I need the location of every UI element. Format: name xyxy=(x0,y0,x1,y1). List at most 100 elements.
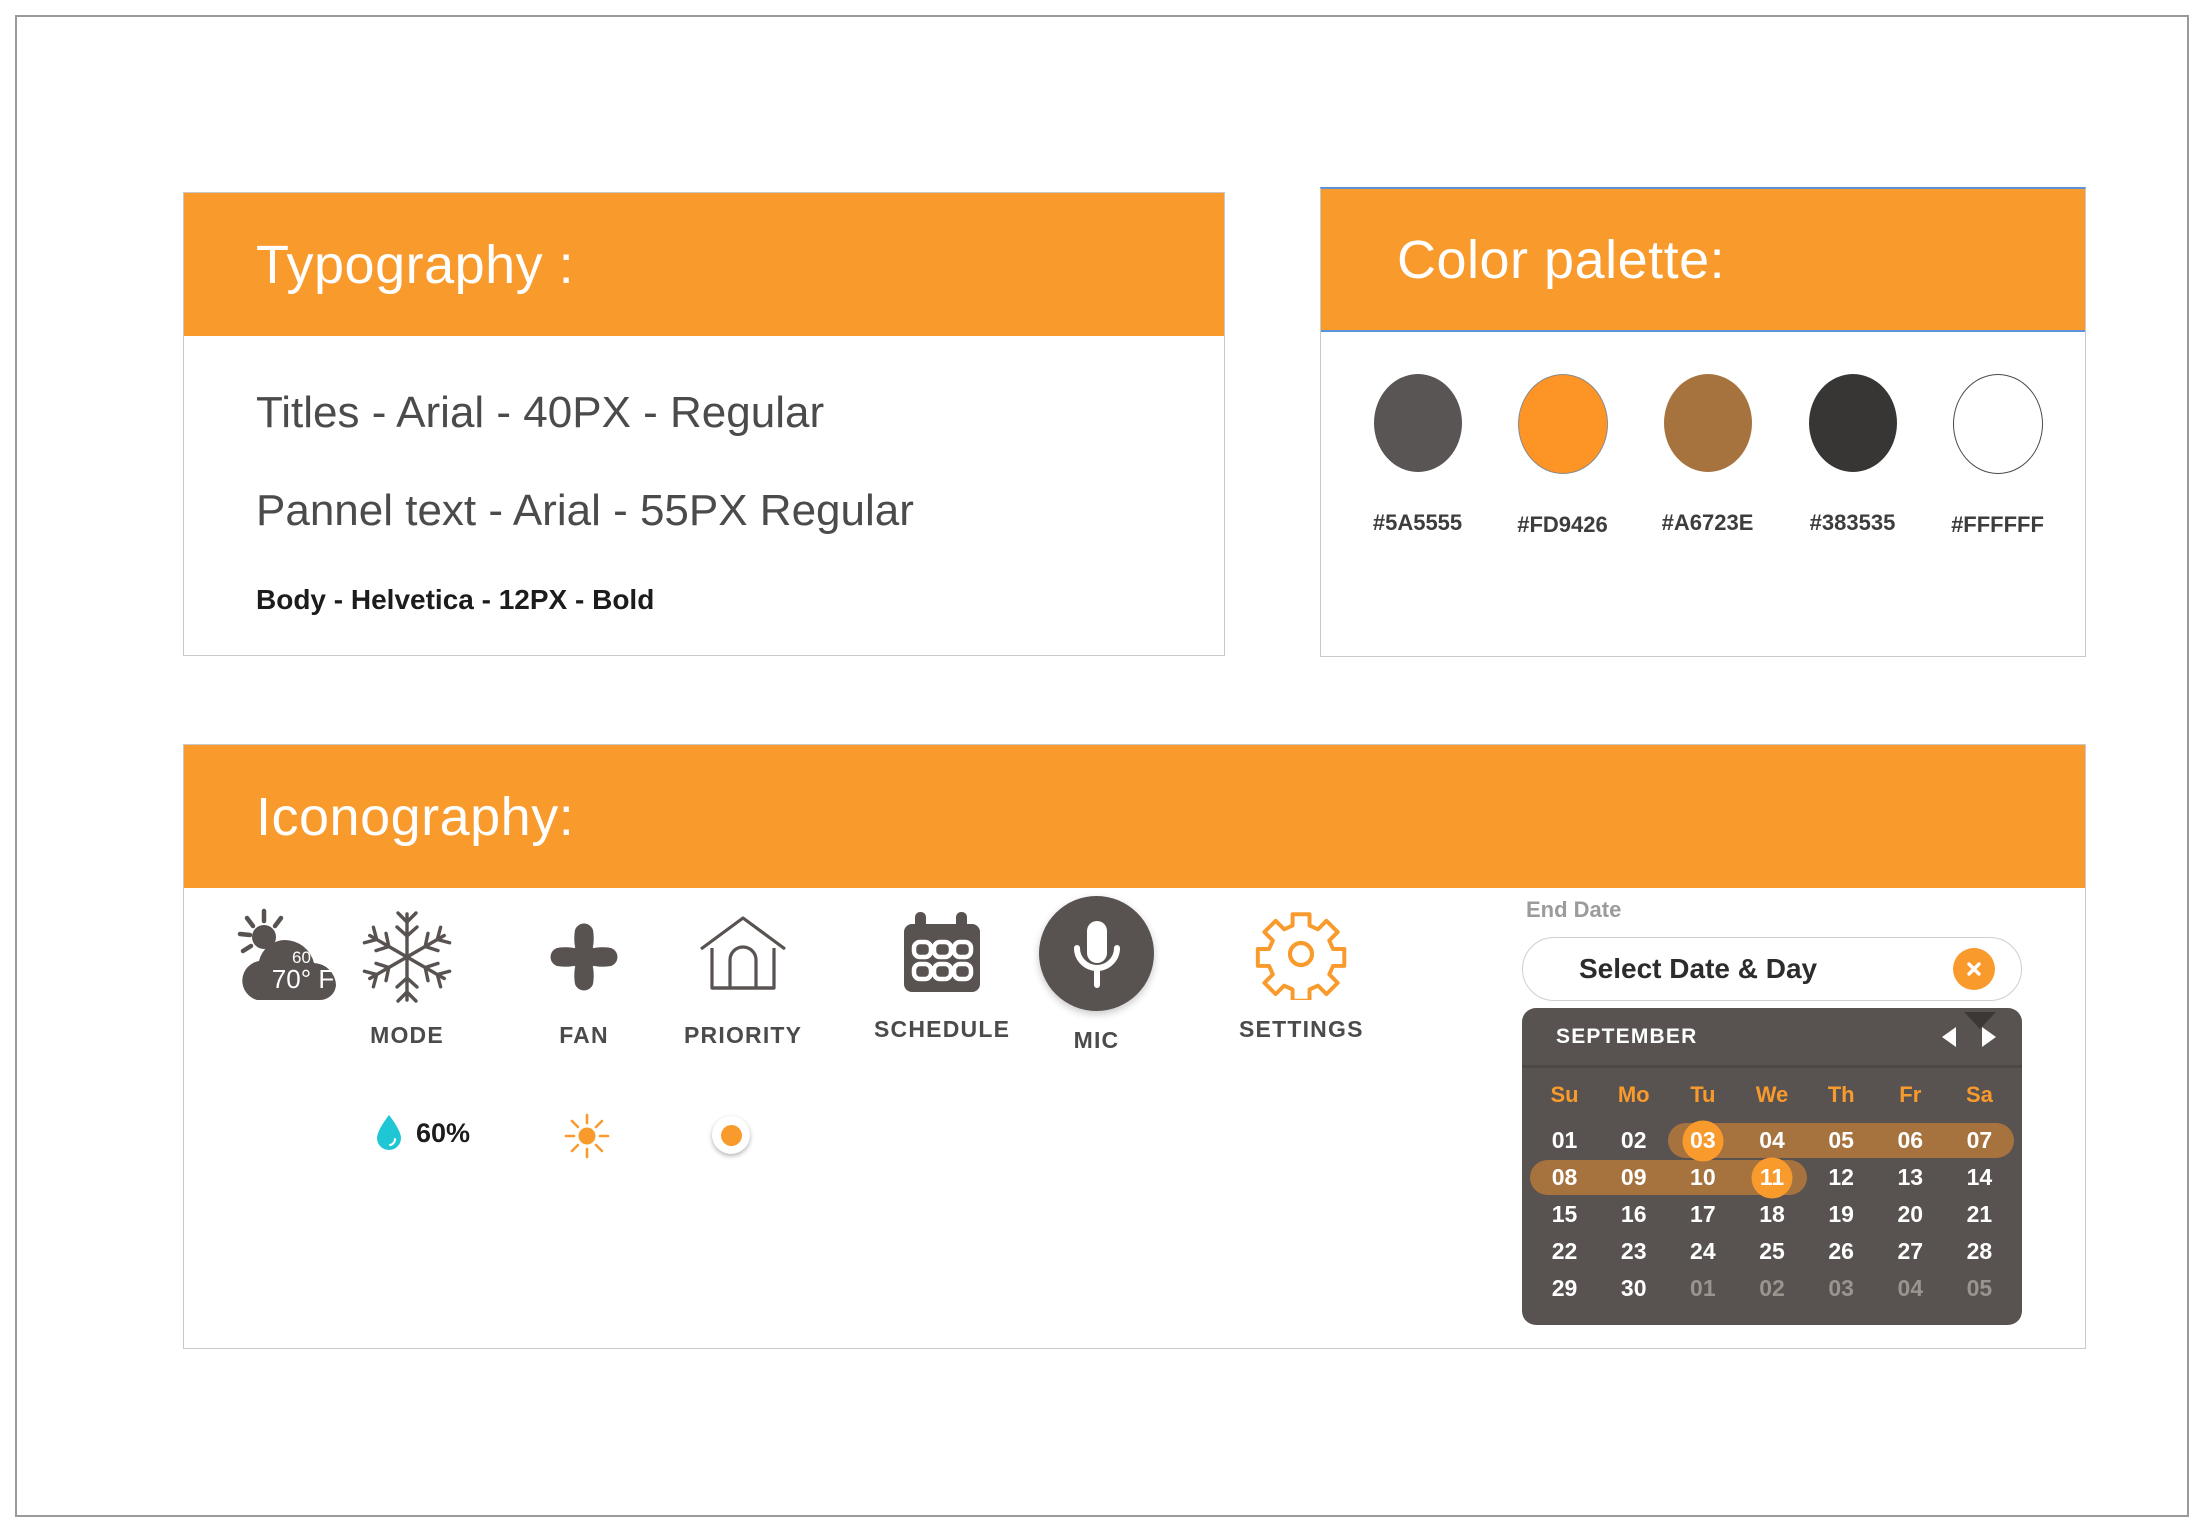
end-date-label: End Date xyxy=(1526,897,1622,922)
color-swatch xyxy=(1663,374,1752,472)
calendar-day-cell[interactable]: 28 xyxy=(1945,1233,2014,1270)
calendar-day-cell[interactable]: 07 xyxy=(1938,1122,2015,1159)
dot-badge-icon xyxy=(712,1116,750,1154)
calendar-day-label: 06 xyxy=(1897,1127,1924,1153)
color-swatch-label: #FD9426 xyxy=(1517,512,1608,537)
calendar-day-cell[interactable]: 25 xyxy=(1737,1233,1806,1270)
color-swatch xyxy=(1517,374,1608,474)
calendar-dow-header: Sa xyxy=(1965,1082,1993,1107)
next-month-icon[interactable] xyxy=(1982,1026,1996,1047)
calendar-day-label: 07 xyxy=(1966,1127,1993,1153)
calendar-dow-header: Fr xyxy=(1899,1082,1922,1107)
priority-icon-label: PRIORITY xyxy=(684,1022,803,1048)
calendar-dow-header: Su xyxy=(1550,1082,1579,1107)
typography-line-body: Body - Helvetica - 12PX - Bold xyxy=(256,584,655,615)
calendar-day-cell[interactable]: 21 xyxy=(1945,1196,2014,1233)
calendar-day-cell[interactable]: 16 xyxy=(1599,1196,1668,1233)
calendar-day-cell[interactable]: 29 xyxy=(1530,1270,1599,1307)
schedule-icon-item[interactable]: SCHEDULE xyxy=(874,910,1010,1043)
calendar-day-label: 26 xyxy=(1828,1238,1854,1264)
calendar-day-cell[interactable]: 20 xyxy=(1876,1196,1945,1233)
calendar-day-label: 22 xyxy=(1551,1238,1578,1264)
calendar-day-label: 01 xyxy=(1690,1275,1716,1301)
calendar-day-label: 05 xyxy=(1966,1275,1993,1301)
calendar-day-cell[interactable]: 06 xyxy=(1869,1122,1951,1159)
humidity-value: 60% xyxy=(416,1117,471,1148)
settings-icon-label: SETTINGS xyxy=(1239,1016,1364,1042)
calendar-dow-header: We xyxy=(1755,1082,1789,1107)
calendar-day-cell[interactable]: 27 xyxy=(1876,1233,1945,1270)
color-swatch-label: #A6723E xyxy=(1661,510,1754,535)
calendar-day-cell[interactable]: 18 xyxy=(1737,1196,1806,1233)
calendar-popup: SEPTEMBER Su Mo Tu We Th Fr Sa 01 02 03 04 05 06 07 08… xyxy=(1522,1008,2022,1325)
prev-month-icon[interactable] xyxy=(1942,1026,1956,1047)
calendar-day-label: 02 xyxy=(1759,1275,1785,1301)
calendar-day-label: 24 xyxy=(1690,1238,1716,1264)
calendar-day-cell[interactable]: 23 xyxy=(1599,1233,1668,1270)
calendar-day-cell[interactable]: 02 xyxy=(1737,1270,1806,1307)
calendar-day-cell[interactable]: 22 xyxy=(1530,1233,1599,1270)
calendar-day-cell[interactable]: 04 xyxy=(1876,1270,1945,1307)
calendar-day-cell[interactable]: 15 xyxy=(1530,1196,1599,1233)
calendar-day-cell[interactable]: 05 xyxy=(1800,1122,1882,1159)
brightness-indicator[interactable] xyxy=(564,1113,610,1159)
calendar-day-cell[interactable]: 19 xyxy=(1807,1196,1876,1233)
calendar-day-label: 18 xyxy=(1759,1201,1785,1227)
settings-icon-item[interactable]: SETTINGS xyxy=(1239,908,1364,1043)
select-date-input[interactable]: Select Date & Day xyxy=(1522,937,2022,1001)
calendar-day-cell[interactable]: 05 xyxy=(1945,1270,2014,1307)
calendar-dow-header: Mo xyxy=(1617,1082,1650,1107)
weather-icon: 60% 70° F xyxy=(229,908,361,1006)
priority-icon-item[interactable]: PRIORITY xyxy=(684,908,802,1049)
calendar-day-label: 27 xyxy=(1897,1238,1924,1264)
humidity-indicator: 60% xyxy=(374,1113,470,1153)
calendar-icon xyxy=(898,910,986,1000)
calendar-day-cell[interactable]: 03 xyxy=(1668,1122,1744,1159)
house-icon xyxy=(693,908,793,1006)
calendar-day-cell[interactable]: 30 xyxy=(1599,1270,1668,1307)
snowflake-icon xyxy=(362,908,452,1006)
mode-icon-label: MODE xyxy=(370,1022,444,1048)
mic-icon-item[interactable]: MIC xyxy=(1039,896,1154,1054)
calendar-day-cell[interactable]: 10 xyxy=(1662,1159,1744,1196)
calendar-day-cell[interactable]: 09 xyxy=(1593,1159,1675,1196)
calendar-day-cell[interactable]: 04 xyxy=(1731,1122,1813,1159)
color-swatch-label: #383535 xyxy=(1809,510,1896,535)
calendar-day-label: 11 xyxy=(1759,1164,1785,1190)
calendar-day-cell[interactable]: 01 xyxy=(1530,1122,1599,1159)
swatch-cell: #5A5555 xyxy=(1365,374,1470,538)
microphone-icon xyxy=(1039,896,1154,1011)
calendar-day-cell[interactable]: 08 xyxy=(1530,1159,1606,1196)
calendar-day-cell[interactable]: 13 xyxy=(1876,1159,1945,1196)
close-icon[interactable] xyxy=(1953,948,1995,990)
iconography-title: Iconography: xyxy=(256,786,575,847)
calendar-day-cell[interactable]: 26 xyxy=(1807,1233,1876,1270)
color-swatch xyxy=(1808,374,1897,472)
status-dot-indicator[interactable] xyxy=(712,1116,750,1154)
calendar-dow-header: Tu xyxy=(1690,1082,1716,1107)
calendar-day-label: 14 xyxy=(1966,1164,1993,1190)
calendar-day-cell[interactable]: 11 xyxy=(1731,1159,1807,1196)
color-swatch xyxy=(1952,374,2043,474)
svg-text:70° F: 70° F xyxy=(272,964,334,994)
weather-icon-item[interactable]: 60% 70° F xyxy=(229,908,361,1006)
fan-icon-item[interactable]: FAN xyxy=(539,908,629,1049)
calendar-day-label: 03 xyxy=(1828,1275,1854,1301)
calendar-day-cell[interactable]: 12 xyxy=(1807,1159,1876,1196)
calendar-day-label: 12 xyxy=(1828,1164,1854,1190)
calendar-day-cell[interactable]: 01 xyxy=(1668,1270,1737,1307)
typography-card-header: Typography : xyxy=(184,193,1224,336)
calendar-dow-header: Th xyxy=(1827,1082,1855,1107)
swatch-cell: #FFFFFF xyxy=(1945,374,2050,538)
calendar-day-cell[interactable]: 17 xyxy=(1668,1196,1737,1233)
calendar-day-label: 25 xyxy=(1759,1238,1785,1264)
mode-icon-item[interactable]: MODE xyxy=(362,908,452,1049)
calendar-day-label: 19 xyxy=(1828,1201,1854,1227)
calendar-day-label: 21 xyxy=(1966,1201,1993,1227)
calendar-day-cell[interactable]: 24 xyxy=(1668,1233,1737,1270)
calendar-month-label: SEPTEMBER xyxy=(1556,1024,1698,1048)
calendar-day-cell[interactable]: 14 xyxy=(1945,1159,2014,1196)
calendar-day-cell[interactable]: 03 xyxy=(1807,1270,1876,1307)
typography-card: Typography : Titles - Arial - 40PX - Reg… xyxy=(183,192,1225,656)
calendar-day-cell[interactable]: 02 xyxy=(1599,1122,1668,1159)
